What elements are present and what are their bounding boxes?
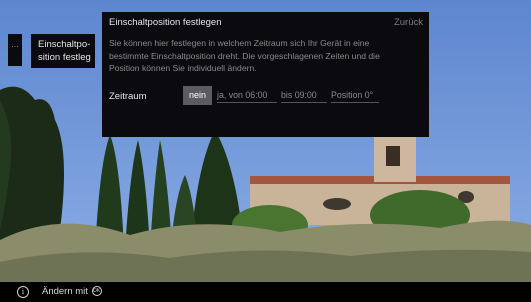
footer-hint-label: Ändern mit — [42, 286, 88, 297]
option-bis[interactable]: bis 09:00 — [281, 90, 327, 103]
time-range-label: Zeitraum — [109, 91, 147, 102]
ok-icon: OK — [91, 286, 102, 297]
option-nein[interactable]: nein — [183, 86, 212, 105]
info-icon[interactable]: i — [17, 286, 29, 298]
power-on-position-dialog: Einschaltposition festlegen Zurück Sie k… — [102, 12, 429, 137]
menu-breadcrumb-current[interactable]: Einschaltpo- sition festleg — [31, 34, 95, 68]
option-ja-von[interactable]: ja, von 06:00 — [217, 90, 277, 103]
footer-hint: Ändern mit OK — [42, 286, 102, 297]
time-range-row: Zeitraum nein ja, von 06:00 bis 09:00 Po… — [109, 83, 423, 107]
dialog-description: Sie können hier festlegen in welchem Zei… — [109, 38, 380, 73]
menu-breadcrumb-label: Einschaltpo- sition festleg — [38, 39, 91, 63]
option-position[interactable]: Position 0° — [331, 90, 379, 103]
menu-breadcrumb-previous[interactable]: ... — [8, 34, 22, 66]
footer-bar: i Ändern mit OK — [0, 282, 531, 302]
back-button[interactable]: Zurück — [394, 17, 423, 28]
dialog-title: Einschaltposition festlegen — [109, 17, 222, 28]
